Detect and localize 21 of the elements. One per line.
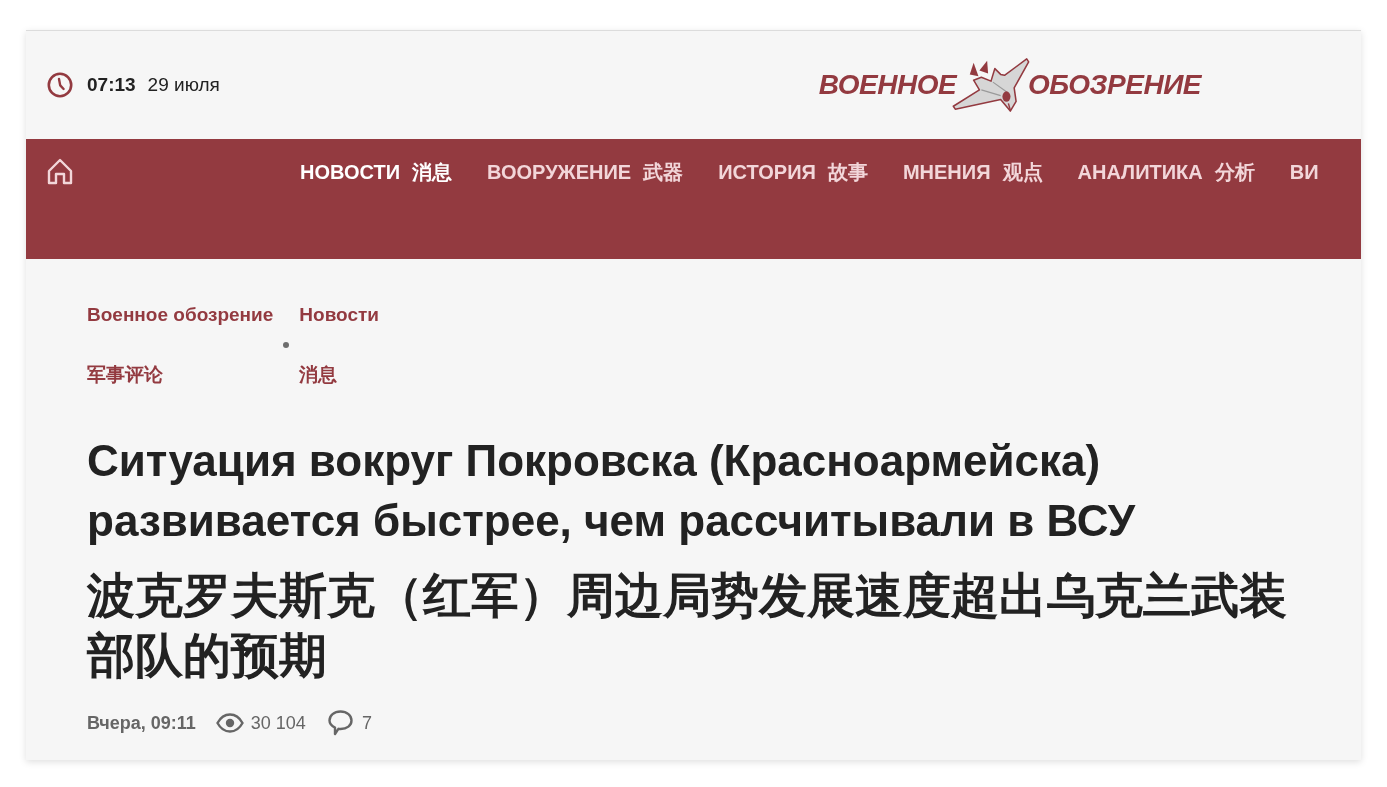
clock-icon bbox=[47, 72, 73, 98]
breadcrumb-link[interactable]: Военное обозрение 军事评论 bbox=[87, 301, 274, 389]
comment-count: 7 bbox=[361, 712, 372, 735]
nav-link[interactable]: НОВОСТИ 消息 bbox=[300, 160, 453, 184]
nav-link[interactable]: АНАЛИТИКА 分析 bbox=[1077, 160, 1255, 184]
current-date: 29 июля bbox=[147, 74, 220, 96]
breadcrumb-link[interactable]: Новости 消息 bbox=[299, 301, 379, 389]
nav-link[interactable]: ИСТОРИЯ 故事 bbox=[718, 160, 868, 184]
separator-dot-icon bbox=[283, 342, 290, 348]
nav-link[interactable]: ВООРУЖЕНИЕ 武器 bbox=[487, 160, 684, 184]
home-icon[interactable] bbox=[47, 158, 73, 185]
nav-link[interactable]: МНЕНИЯ 观点 bbox=[902, 160, 1043, 184]
publish-date: Вчера, 09:11 bbox=[87, 712, 196, 735]
article-title: Ситуация вокруг Покровска (Красноармейска) развивается быстрее, чем рассчитывали в ВСУ bbox=[87, 435, 1137, 547]
comment-icon bbox=[327, 710, 353, 736]
view-count: 30 104 bbox=[250, 712, 306, 735]
nav-link[interactable]: ВИ bbox=[1289, 160, 1319, 184]
article-title-translation: 波克罗夫斯克（红军）周边局势发展速度超出乌克兰武装部队的预期 bbox=[87, 568, 1288, 684]
current-time: 07:13 bbox=[87, 74, 136, 96]
site-logo[interactable]: ВОЕННОЕ ОБОЗРЕНИЕ bbox=[818, 57, 1201, 113]
eye-icon bbox=[215, 713, 244, 733]
